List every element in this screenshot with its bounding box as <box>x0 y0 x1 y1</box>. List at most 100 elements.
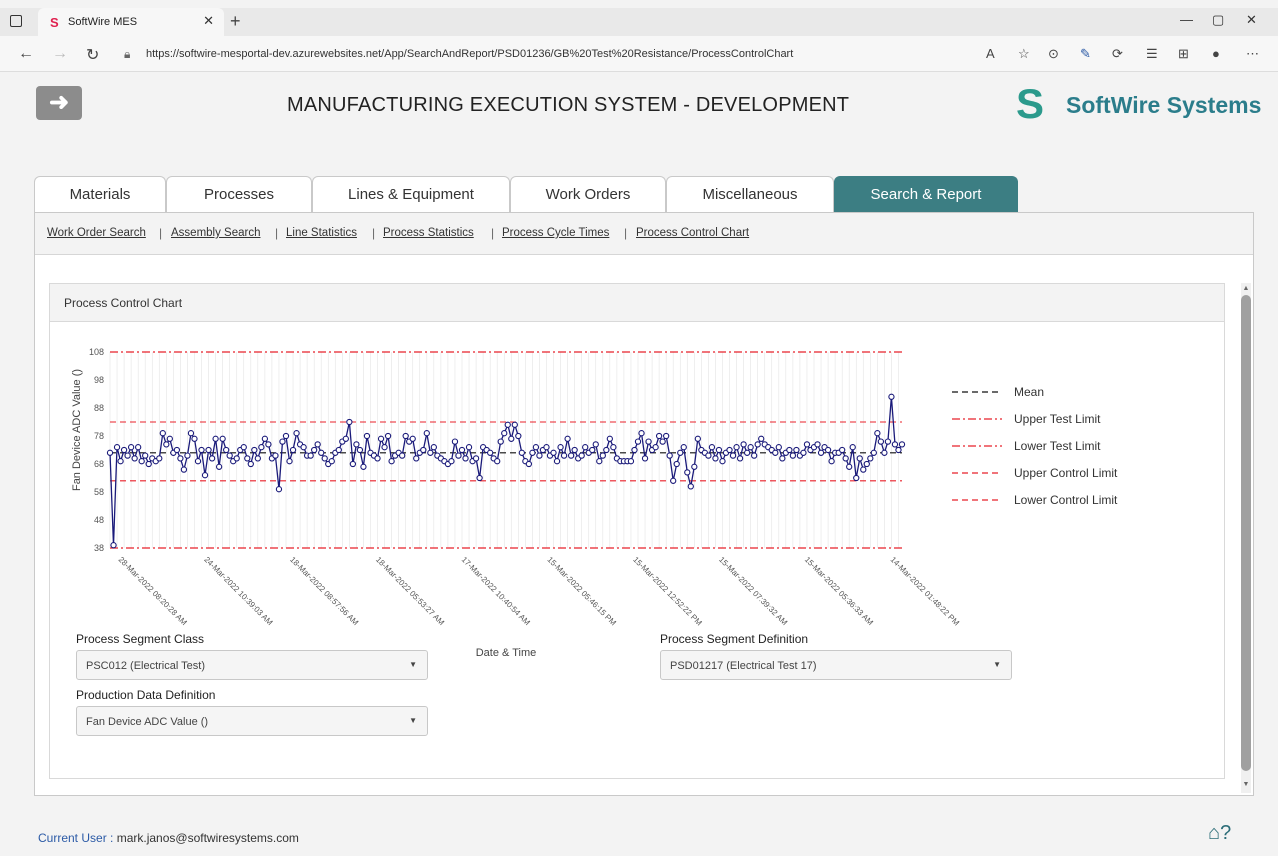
home-icon[interactable]: ⌂ <box>1208 822 1220 844</box>
back-icon[interactable]: ← <box>18 45 34 63</box>
prod-data-select[interactable]: Fan Device ADC Value () ▼ <box>76 706 428 736</box>
x-tick-label: 15-Mar-2022 05:46:15 PM <box>545 555 618 628</box>
data-point <box>173 446 181 454</box>
extensions-icon[interactable]: ⟳ <box>1112 46 1123 62</box>
segment-def-label: Process Segment Definition <box>660 632 809 646</box>
data-point <box>356 446 364 454</box>
collections-icon[interactable]: ⊞ <box>1178 46 1189 62</box>
browser-tab[interactable]: S SoftWire MES ✕ <box>38 8 224 36</box>
segment-def-select[interactable]: PSD01217 (Electrical Test 17) ▼ <box>660 650 1012 680</box>
chevron-down-icon: ▼ <box>409 660 417 669</box>
segment-class-select[interactable]: PSC012 (Electrical Test) ▼ <box>76 650 428 680</box>
link-process-cycle-times[interactable]: Process Cycle Times <box>502 227 609 239</box>
tracking-icon[interactable]: ⊙ <box>1048 46 1059 62</box>
url-field[interactable]: 🔒︎ https://softwire-mesportal-dev.azurew… <box>120 44 970 66</box>
data-point <box>828 458 835 465</box>
data-point <box>300 444 307 451</box>
data-point <box>645 438 652 445</box>
sub-nav: Work Order Search | Assembly Search | Li… <box>35 213 1253 255</box>
data-point <box>233 455 240 462</box>
data-point <box>634 438 642 445</box>
data-point <box>803 441 811 448</box>
close-tab-icon[interactable]: ✕ <box>203 13 214 29</box>
data-point <box>201 472 209 479</box>
url-text: https://softwire-mesportal-dev.azurewebs… <box>146 48 794 60</box>
data-point <box>627 458 635 465</box>
data-point <box>786 446 793 454</box>
maximize-icon[interactable]: ▢ <box>1212 12 1224 28</box>
data-point <box>360 463 367 470</box>
favorites-list-icon[interactable]: ☰ <box>1146 46 1158 62</box>
new-tab-icon[interactable]: + <box>230 11 241 32</box>
data-point <box>177 455 184 462</box>
link-line-statistics[interactable]: Line Statistics <box>286 227 357 239</box>
data-point <box>641 455 649 462</box>
x-tick-label: 15-Mar-2022 07:39:32 AM <box>717 555 789 627</box>
data-point <box>138 458 145 465</box>
link-assembly-search[interactable]: Assembly Search <box>171 227 260 239</box>
link-process-statistics[interactable]: Process Statistics <box>383 227 474 239</box>
forward-icon[interactable]: → <box>52 45 68 63</box>
read-aloud-icon[interactable]: A <box>986 46 995 61</box>
scroll-down-icon[interactable]: ▼ <box>1241 781 1251 788</box>
window-menu-icon[interactable] <box>10 15 22 27</box>
x-tick-label: 18-Mar-2022 08:57:56 AM <box>288 555 360 627</box>
data-point <box>560 452 568 459</box>
data-point <box>335 446 342 454</box>
data-point <box>888 393 895 400</box>
data-point <box>409 435 416 442</box>
current-user-label: Current User : <box>38 831 114 845</box>
minimize-icon[interactable]: — <box>1180 12 1193 27</box>
link-process-control-chart[interactable]: Process Control Chart <box>636 227 749 239</box>
profile-icon[interactable]: ● <box>1212 46 1220 61</box>
data-point <box>895 446 902 454</box>
data-point <box>518 449 525 456</box>
pen-icon[interactable]: ✎ <box>1080 46 1091 62</box>
more-icon[interactable]: ⋯ <box>1246 46 1259 62</box>
data-point <box>265 441 272 448</box>
data-point <box>543 444 550 451</box>
softwire-favicon-icon: S <box>50 15 59 30</box>
data-point <box>247 460 254 468</box>
help-icon[interactable]: ? <box>1220 822 1231 844</box>
data-point <box>571 446 578 454</box>
exit-button[interactable]: ➜ <box>36 86 82 120</box>
legend-label: Lower Test Limit <box>1014 439 1101 453</box>
chart-legend: Mean Upper Test Limit Lower Test Limit Uppe… <box>952 385 1118 507</box>
link-work-order-search[interactable]: Work Order Search <box>47 227 146 239</box>
data-point <box>504 421 511 428</box>
data-point <box>451 438 459 445</box>
x-tick-label: 15-Mar-2022 05:36:33 AM <box>803 555 875 627</box>
scroll-up-icon[interactable]: ▲ <box>1241 285 1251 292</box>
data-point <box>388 458 395 465</box>
close-window-icon[interactable]: ✕ <box>1246 12 1257 28</box>
data-point <box>694 435 701 442</box>
browser-tab-title: SoftWire MES <box>68 16 138 28</box>
favorite-icon[interactable]: ☆ <box>1018 46 1030 62</box>
tab-lines-equipment[interactable]: Lines & Equipment <box>312 176 510 212</box>
data-point <box>603 446 610 454</box>
scrollbar-thumb[interactable] <box>1241 295 1251 771</box>
browser-tabbar: S SoftWire MES ✕ + — ▢ ✕ <box>0 8 1278 36</box>
data-point <box>307 452 314 459</box>
data-point <box>318 449 325 456</box>
softwire-logo-icon: S <box>1016 80 1045 127</box>
data-point <box>413 455 420 462</box>
tab-miscellaneous[interactable]: Miscellaneous <box>666 176 834 212</box>
x-tick-label: 24-Mar-2022 10:39:03 AM <box>202 555 274 627</box>
data-point <box>497 438 504 445</box>
tab-work-orders[interactable]: Work Orders <box>510 176 666 212</box>
tab-materials[interactable]: Materials <box>34 176 166 212</box>
tab-processes[interactable]: Processes <box>166 176 312 212</box>
data-point <box>842 455 849 462</box>
chevron-down-icon: ▼ <box>993 660 1001 669</box>
refresh-icon[interactable]: ↻ <box>86 45 99 65</box>
data-point <box>240 444 247 451</box>
data-point <box>589 446 596 454</box>
data-point <box>117 458 124 465</box>
data-point <box>261 435 269 442</box>
tab-search-report[interactable]: Search & Report <box>834 176 1018 212</box>
data-point <box>536 452 543 459</box>
data-point <box>159 430 166 437</box>
data-point <box>705 452 712 459</box>
